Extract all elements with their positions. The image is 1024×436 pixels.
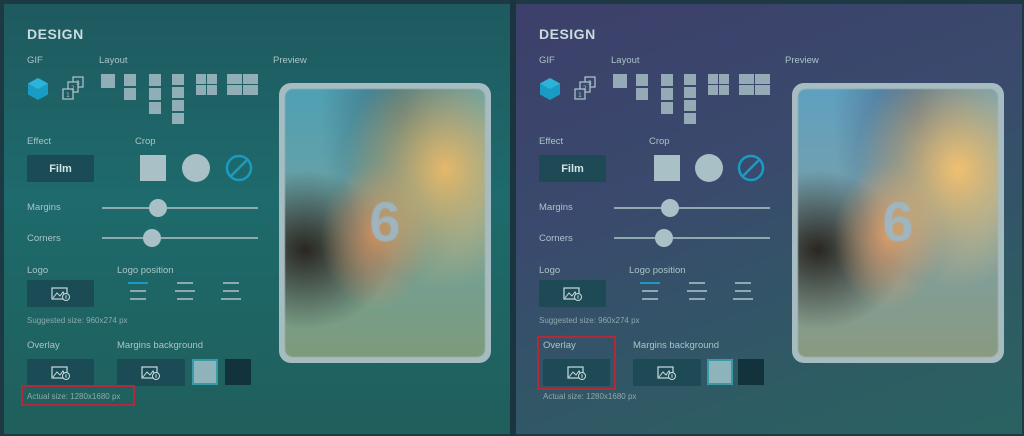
photo-stack-icon[interactable]: 1 2 3	[572, 76, 598, 102]
gif-hexagon-icon[interactable]	[26, 77, 50, 101]
margins-color-dark-swatch[interactable]	[225, 359, 251, 385]
logo-position-bottom[interactable]	[221, 282, 241, 304]
image-upload-icon	[562, 286, 582, 301]
image-upload-icon	[657, 365, 676, 380]
highlight-actual-size	[21, 385, 135, 406]
crop-circle-option[interactable]	[695, 154, 723, 182]
logo-position-top[interactable]	[640, 282, 660, 304]
svg-text:3: 3	[588, 80, 592, 87]
margins-color-dark-swatch[interactable]	[738, 359, 764, 385]
logo-position-bottom[interactable]	[733, 282, 753, 304]
margins-slider-thumb[interactable]	[661, 199, 680, 217]
logo-position-label: Logo position	[629, 265, 686, 276]
margins-label: Margins	[27, 202, 61, 213]
layout-label: Layout	[611, 55, 640, 66]
margins-background-upload-button[interactable]	[633, 359, 701, 386]
corners-label: Corners	[27, 233, 61, 244]
design-panel-left: DESIGN GIF Layout Preview 1 2 3 Effect F…	[4, 4, 510, 434]
no-crop-icon[interactable]	[737, 154, 765, 182]
suggested-size-text: Suggested size: 960x274 px	[539, 316, 640, 325]
overlay-upload-button[interactable]	[27, 359, 94, 386]
effect-film-label: Film	[561, 162, 584, 175]
corners-label: Corners	[539, 233, 573, 244]
gif-label: GIF	[27, 55, 43, 66]
effect-label: Effect	[27, 136, 52, 147]
svg-text:2: 2	[583, 85, 587, 92]
layout-label: Layout	[99, 55, 128, 66]
preview-label: Preview	[785, 55, 819, 66]
svg-text:2: 2	[71, 85, 75, 92]
margins-color-light-swatch[interactable]	[707, 359, 733, 385]
crop-square-option[interactable]	[140, 155, 166, 181]
preview-label: Preview	[273, 55, 307, 66]
logo-position-middle[interactable]	[175, 282, 195, 304]
highlight-overlay	[537, 336, 616, 390]
corners-slider[interactable]	[102, 237, 258, 239]
crop-circle-option[interactable]	[182, 154, 210, 182]
photo-stack-icon[interactable]: 1 2 3	[60, 76, 86, 102]
margins-background-label: Margins background	[633, 340, 720, 351]
crop-label: Crop	[135, 136, 156, 147]
gif-hexagon-icon[interactable]	[538, 77, 562, 101]
corners-slider[interactable]	[614, 237, 770, 239]
logo-position-label: Logo position	[117, 265, 174, 276]
effect-film-button[interactable]: Film	[27, 155, 94, 182]
margins-background-upload-button[interactable]	[117, 359, 185, 386]
corners-slider-thumb[interactable]	[142, 229, 161, 247]
logo-upload-button[interactable]	[27, 280, 94, 307]
overlay-label: Overlay	[27, 340, 60, 351]
image-upload-icon	[141, 365, 160, 380]
preview-frame: 6	[279, 83, 491, 363]
effect-film-button[interactable]: Film	[539, 155, 606, 182]
logo-position-top[interactable]	[128, 282, 148, 304]
actual-size-text: Actual size: 1280x1680 px	[543, 392, 637, 401]
logo-position-middle[interactable]	[687, 282, 707, 304]
logo-upload-button[interactable]	[539, 280, 606, 307]
preview-frame: 6	[792, 83, 1004, 363]
countdown-number: 6	[369, 190, 401, 253]
panel-title: DESIGN	[27, 26, 84, 42]
logo-label: Logo	[539, 265, 561, 276]
svg-text:1: 1	[66, 92, 70, 99]
corners-slider-thumb[interactable]	[654, 229, 673, 247]
no-crop-icon[interactable]	[225, 154, 253, 182]
margins-label: Margins	[539, 202, 573, 213]
suggested-size-text: Suggested size: 960x274 px	[27, 316, 128, 325]
design-panel-right: DESIGN GIF Layout Preview 1 2 3 Effect F…	[516, 4, 1022, 434]
image-upload-icon	[50, 286, 70, 301]
gif-label: GIF	[539, 55, 555, 66]
preview-photo: 6	[285, 89, 485, 357]
countdown-number: 6	[882, 190, 914, 253]
margins-background-label: Margins background	[117, 340, 204, 351]
effect-film-label: Film	[49, 162, 72, 175]
svg-text:1: 1	[578, 92, 582, 99]
image-upload-icon	[50, 365, 70, 380]
crop-label: Crop	[649, 136, 670, 147]
logo-label: Logo	[27, 265, 49, 276]
crop-square-option[interactable]	[654, 155, 680, 181]
effect-label: Effect	[539, 136, 564, 147]
preview-photo: 6	[798, 89, 998, 357]
margins-slider-thumb[interactable]	[149, 199, 168, 217]
margins-slider[interactable]	[614, 207, 770, 209]
svg-text:3: 3	[76, 80, 80, 87]
margins-slider[interactable]	[102, 207, 258, 209]
margins-color-light-swatch[interactable]	[192, 359, 218, 385]
panel-title: DESIGN	[539, 26, 596, 42]
